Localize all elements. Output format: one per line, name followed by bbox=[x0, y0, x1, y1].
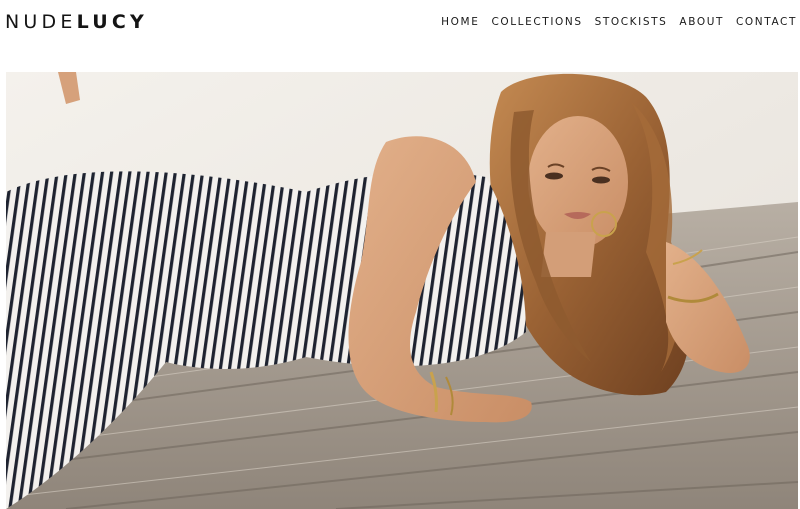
site-header: NUDELUCY HOME COLLECTIONS STOCKISTS ABOU… bbox=[0, 0, 800, 72]
hero-image bbox=[6, 72, 798, 509]
brand-name-bold: LUCY bbox=[76, 11, 148, 33]
brand-name-light: NUDE bbox=[5, 11, 77, 33]
main-nav: HOME COLLECTIONS STOCKISTS ABOUT CONTACT bbox=[441, 15, 797, 29]
nav-item-contact[interactable]: CONTACT bbox=[736, 15, 797, 29]
hero-photo-illustration bbox=[6, 72, 798, 509]
nav-item-collections[interactable]: COLLECTIONS bbox=[491, 15, 582, 29]
nav-item-about[interactable]: ABOUT bbox=[679, 15, 724, 29]
brand-logo[interactable]: NUDELUCY bbox=[5, 11, 148, 33]
nav-item-stockists[interactable]: STOCKISTS bbox=[595, 15, 668, 29]
nav-item-home[interactable]: HOME bbox=[441, 15, 479, 29]
